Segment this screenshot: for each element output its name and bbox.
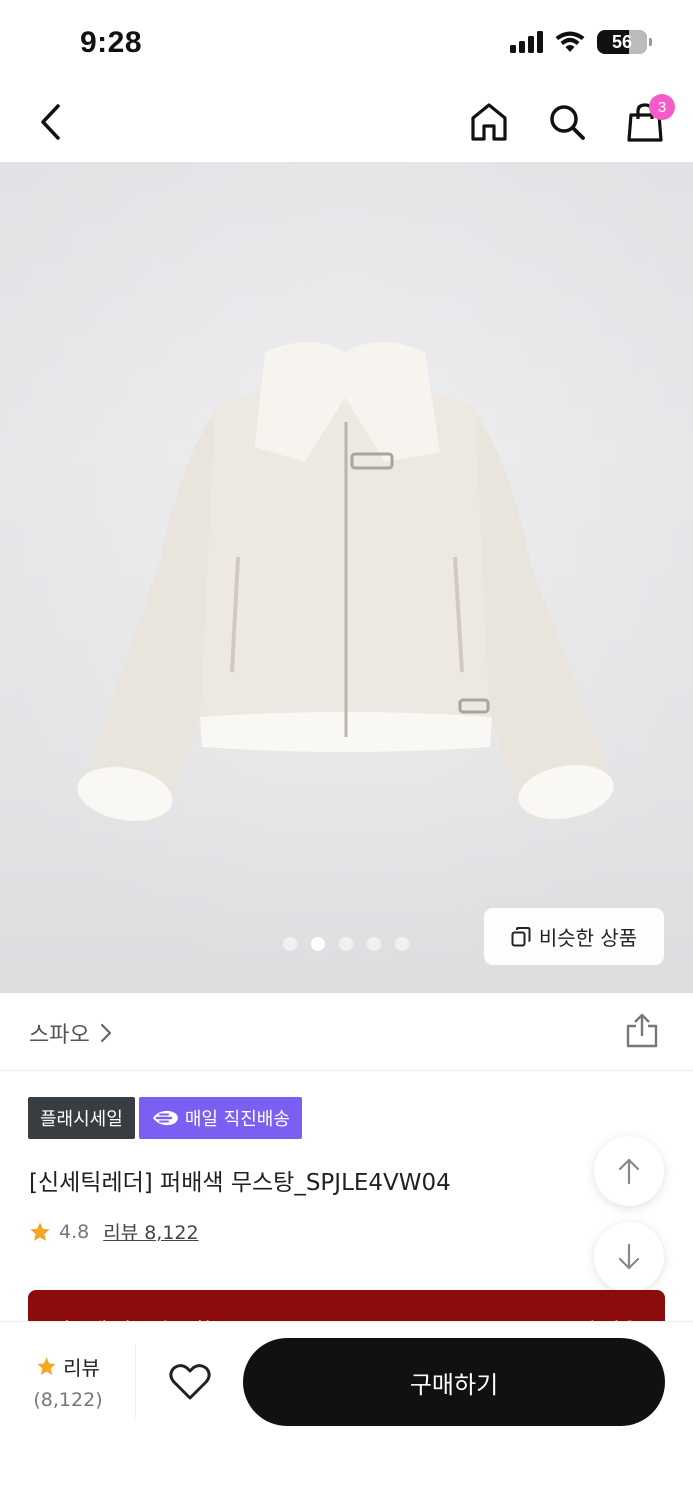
status-icons: 56 — [510, 30, 652, 54]
product-image-carousel[interactable]: 비슷한 상품 — [0, 162, 693, 993]
home-icon — [471, 103, 507, 141]
wifi-icon — [555, 31, 585, 52]
share-icon — [626, 1013, 658, 1048]
cart-count-badge: 3 — [649, 94, 675, 120]
scroll-up-button[interactable] — [594, 1136, 664, 1206]
back-icon — [41, 104, 60, 140]
similar-products-label: 비슷한 상품 — [538, 926, 638, 950]
daily-delivery-tag: 매일 직진배송 — [138, 1097, 302, 1139]
nav-bar: 3 — [0, 86, 693, 162]
buy-button[interactable]: 구매하기 — [243, 1338, 665, 1426]
search-button[interactable] — [545, 98, 589, 146]
brand-row: 스파오 — [0, 993, 693, 1071]
bottom-action-bar: 리뷰 (8,122) 구매하기 — [0, 1321, 693, 1500]
back-button[interactable] — [28, 100, 72, 144]
carousel-dot[interactable] — [311, 937, 325, 951]
search-icon — [550, 105, 585, 140]
cart-button[interactable]: 3 — [623, 94, 675, 146]
status-time: 9:28 — [80, 26, 143, 59]
product-title: [신세틱레더] 퍼배색 무스탕_SPJLE4VW04 — [29, 1170, 451, 1196]
carousel-dot[interactable] — [367, 937, 381, 951]
chevron-right-icon — [100, 1023, 111, 1043]
battery-icon: 56 — [597, 30, 652, 54]
status-bar: 9:28 56 — [0, 0, 693, 86]
carousel-dot[interactable] — [283, 937, 297, 951]
star-icon — [37, 1357, 56, 1375]
arrow-down-icon — [618, 1243, 640, 1270]
similar-products-button[interactable]: 비슷한 상품 — [484, 908, 664, 965]
cellular-signal-icon — [510, 31, 543, 53]
delivery-icon — [152, 1110, 178, 1126]
review-summary-label-row: 리뷰 — [22, 1352, 114, 1381]
battery-level: 56 — [611, 31, 633, 52]
rating-score: 4.8 — [59, 1220, 90, 1243]
scroll-down-button[interactable] — [594, 1222, 664, 1292]
product-tags: 플래시세일 매일 직진배송 — [28, 1097, 302, 1139]
carousel-dot[interactable] — [339, 937, 353, 951]
carousel-dot[interactable] — [395, 937, 409, 951]
review-summary-button[interactable]: 리뷰 (8,122) — [22, 1352, 114, 1411]
rating-row: 4.8 리뷰 8,122 — [29, 1218, 199, 1245]
review-link[interactable]: 리뷰 8,122 — [103, 1218, 198, 1245]
daily-delivery-label: 매일 직진배송 — [184, 1109, 290, 1130]
wishlist-button[interactable] — [166, 1360, 214, 1404]
brand-name: 스파오 — [29, 1023, 90, 1048]
divider — [135, 1344, 136, 1418]
copy-icon — [511, 926, 531, 946]
star-icon — [30, 1221, 50, 1241]
review-summary-count: (8,122) — [33, 1389, 103, 1411]
nav-actions: 3 — [467, 94, 675, 146]
share-button[interactable] — [625, 1013, 659, 1049]
review-summary-label: 리뷰 — [63, 1356, 100, 1380]
product-photo — [0, 162, 693, 993]
heart-icon — [169, 1364, 211, 1400]
arrow-up-icon — [618, 1158, 640, 1185]
brand-link[interactable]: 스파오 — [29, 1017, 112, 1049]
home-button[interactable] — [467, 98, 511, 146]
carousel-dots — [283, 937, 409, 951]
flash-sale-tag: 플래시세일 — [28, 1097, 135, 1139]
